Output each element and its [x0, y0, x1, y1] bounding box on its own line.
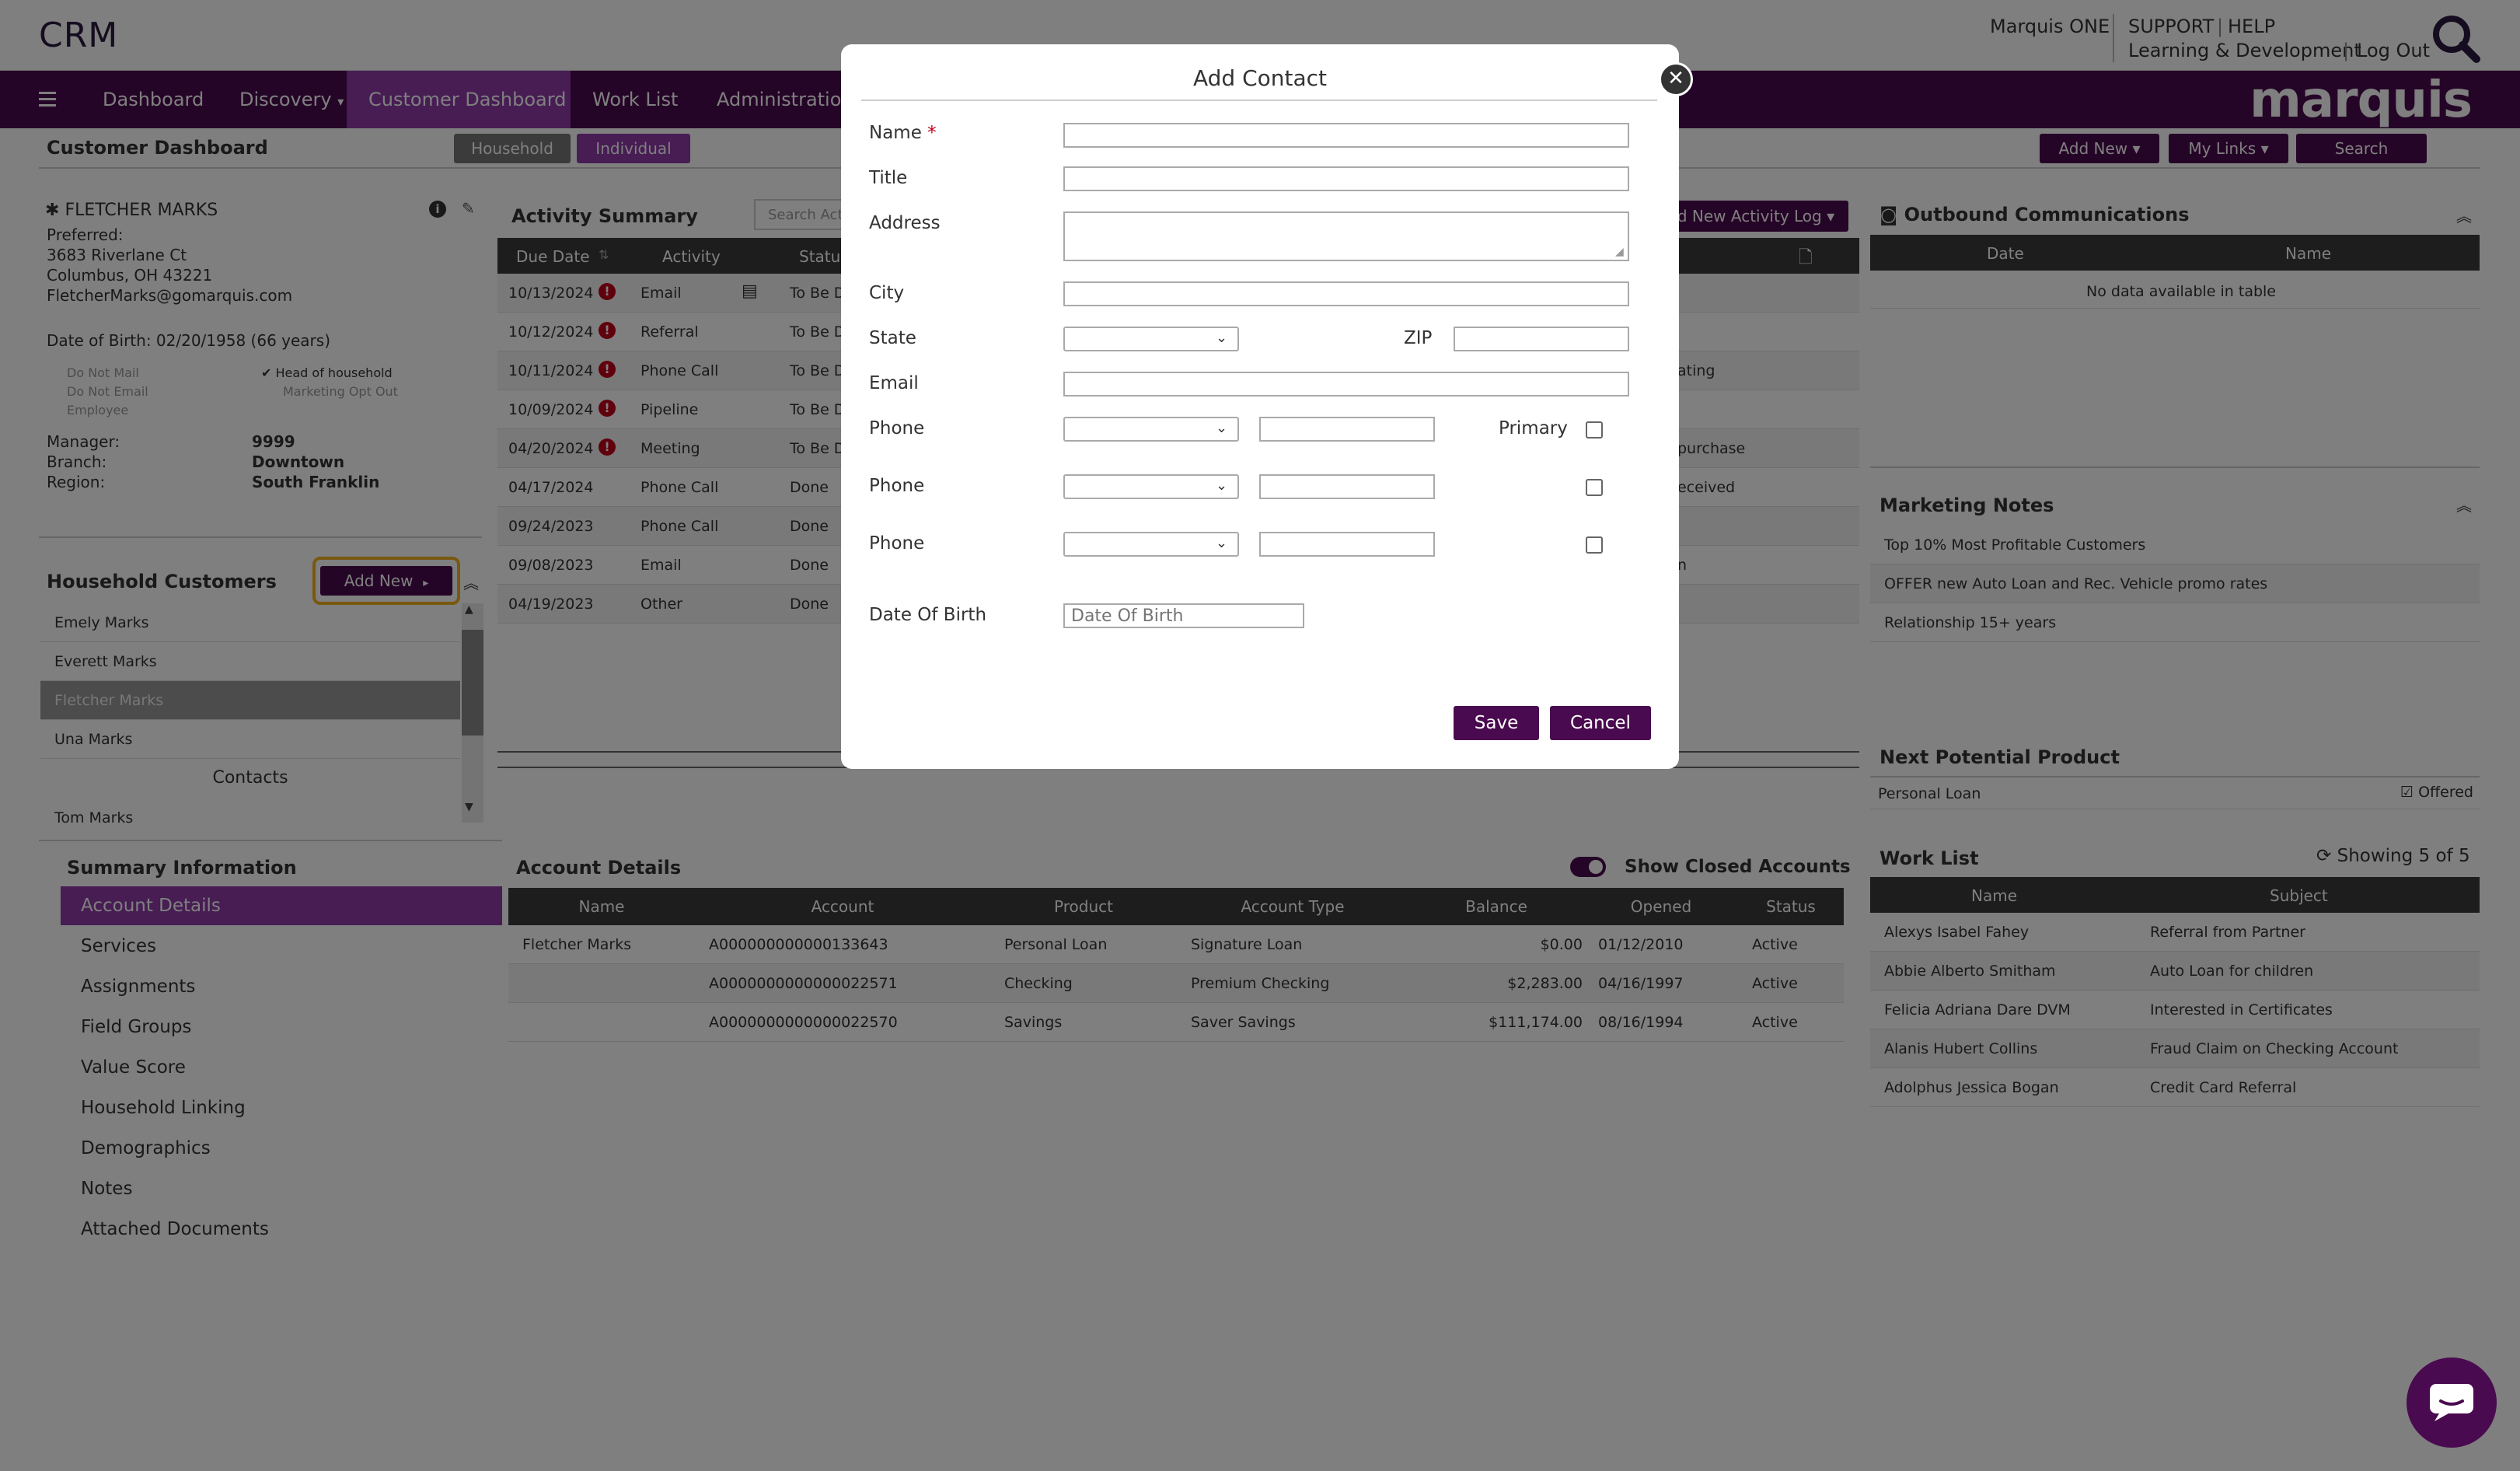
phone-type-select-1[interactable]: [1063, 417, 1239, 442]
save-button[interactable]: Save: [1454, 706, 1539, 740]
primary-checkbox-3[interactable]: [1586, 536, 1603, 554]
chat-button[interactable]: [2407, 1357, 2497, 1448]
state-select[interactable]: [1063, 327, 1239, 351]
phone-label-3: Phone: [869, 533, 925, 554]
state-label: State: [869, 328, 916, 348]
chevron-down-icon: ⌄: [1216, 420, 1228, 436]
phone-input-2[interactable]: [1259, 474, 1435, 499]
dob-input[interactable]: [1063, 603, 1304, 628]
zip-input[interactable]: [1454, 327, 1629, 351]
modal-title: Add Contact: [1192, 65, 1328, 91]
chevron-down-icon: ⌄: [1216, 477, 1228, 494]
phone-input-3[interactable]: [1259, 532, 1435, 557]
phone-type-select-2[interactable]: [1063, 474, 1239, 499]
cancel-button[interactable]: Cancel: [1550, 706, 1651, 740]
chevron-down-icon: ⌄: [1216, 330, 1228, 346]
primary-checkbox-2[interactable]: [1586, 479, 1603, 496]
add-contact-modal: [841, 44, 1679, 769]
address-label: Address: [869, 213, 941, 233]
address-textarea[interactable]: [1063, 211, 1629, 261]
zip-label: ZIP: [1404, 328, 1433, 348]
city-input[interactable]: [1063, 281, 1629, 306]
phone-input-1[interactable]: [1259, 417, 1435, 442]
chat-icon: [2430, 1384, 2473, 1421]
email-label: Email: [869, 373, 919, 393]
chevron-down-icon: ⌄: [1216, 535, 1228, 551]
name-input[interactable]: [1063, 123, 1629, 148]
email-input[interactable]: [1063, 372, 1629, 397]
dob-label: Date Of Birth: [869, 605, 987, 625]
name-label: Name *: [869, 123, 937, 143]
divider: [861, 100, 1657, 101]
primary-label: Primary: [1499, 418, 1568, 439]
resize-handle-icon[interactable]: ◢: [1615, 246, 1624, 258]
title-input[interactable]: [1063, 166, 1629, 191]
title-label: Title: [869, 168, 908, 188]
phone-label-2: Phone: [869, 476, 925, 496]
city-label: City: [869, 283, 905, 303]
phone-type-select-3[interactable]: [1063, 532, 1239, 557]
close-icon[interactable]: ✕: [1659, 62, 1693, 96]
phone-label-1: Phone: [869, 418, 925, 439]
primary-checkbox-1[interactable]: [1586, 421, 1603, 439]
